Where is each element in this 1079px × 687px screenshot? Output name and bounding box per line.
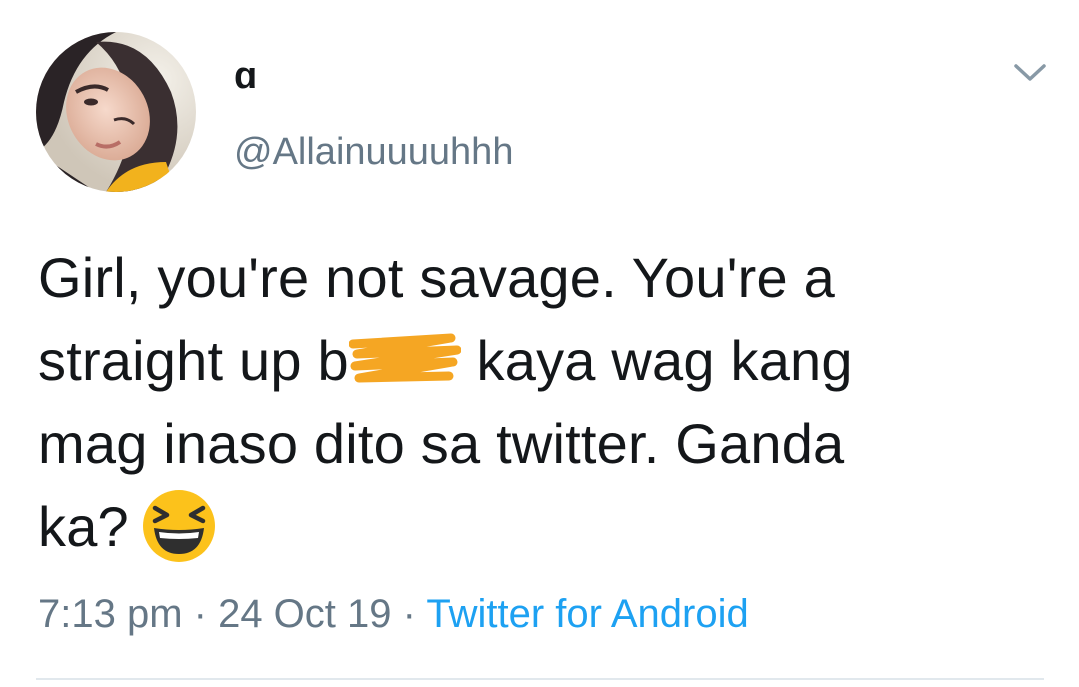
- tweet-line: ka?: [38, 485, 1038, 568]
- redaction-scribble: [348, 332, 461, 388]
- tweet-line: mag inaso dito sa twitter. Ganda: [38, 412, 845, 475]
- tweet-line-part: kaya wag kang: [460, 329, 853, 392]
- tweet-line: straight up b kaya wag kang: [38, 319, 1038, 402]
- meta-separator: ·: [182, 592, 219, 636]
- tweet-card[interactable]: ɑ @Allainuuuuhhh Girl, you're not savage…: [0, 0, 1079, 687]
- tweet-line-part: ka?: [38, 495, 129, 558]
- tweet-line-part: straight up b: [38, 329, 349, 392]
- tweet-time[interactable]: 7:13 pm: [38, 592, 183, 636]
- grinning-squinting-face-icon: [141, 488, 217, 564]
- display-name[interactable]: ɑ: [234, 52, 257, 100]
- tweet-text: Girl, you're not savage. You're a straig…: [38, 236, 1038, 568]
- avatar[interactable]: [36, 32, 196, 192]
- meta-separator: ·: [391, 592, 427, 636]
- divider: [36, 678, 1044, 680]
- tweet-line: Girl, you're not savage. You're a: [38, 246, 835, 309]
- user-handle[interactable]: @Allainuuuuhhh: [234, 128, 513, 176]
- tweet-date[interactable]: 24 Oct 19: [218, 592, 391, 636]
- tweet-meta: 7:13 pm · 24 Oct 19 · Twitter for Androi…: [38, 588, 749, 640]
- chevron-down-icon[interactable]: [1010, 58, 1050, 88]
- tweet-source-link[interactable]: Twitter for Android: [426, 592, 748, 636]
- avatar-photo: [36, 32, 196, 192]
